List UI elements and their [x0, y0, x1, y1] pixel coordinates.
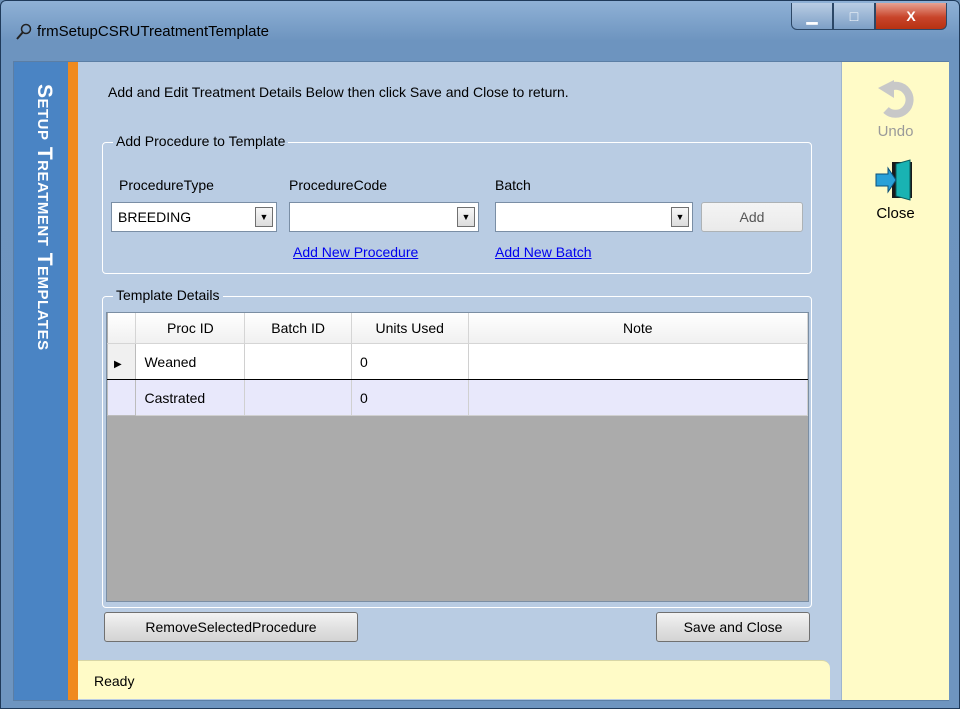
cell-batch-id[interactable] [244, 379, 352, 416]
cell-units-used[interactable]: 0 [350, 343, 469, 380]
add-new-batch-link[interactable]: Add New Batch [495, 244, 592, 260]
row-selector[interactable]: ▶ [107, 343, 137, 380]
save-and-close-button[interactable]: Save and Close [656, 612, 810, 642]
cell-units-used[interactable]: 0 [350, 379, 469, 416]
chevron-down-icon[interactable]: ▼ [671, 207, 689, 227]
column-header[interactable]: Proc ID [135, 313, 246, 344]
row-selector[interactable] [107, 379, 137, 416]
add-procedure-legend: Add Procedure to Template [113, 133, 289, 149]
undo-icon [877, 80, 914, 118]
chevron-down-icon[interactable]: ▼ [457, 207, 475, 227]
cell-note[interactable] [467, 343, 808, 380]
exit-door-icon [875, 159, 912, 201]
table-header-row: Proc ID Batch ID Units Used Note [107, 313, 808, 344]
maximize-button[interactable]: □ [833, 3, 875, 30]
close-window-button[interactable]: X [875, 3, 947, 30]
close-icon: X [906, 8, 916, 24]
batch-label: Batch [495, 177, 531, 193]
undo-button[interactable]: Undo [842, 80, 949, 140]
title-bar: frmSetupCSRUTreatmentTemplate ▁ □ X [1, 1, 959, 51]
cell-batch-id[interactable] [244, 343, 352, 380]
add-button[interactable]: Add [701, 202, 803, 232]
cell-note[interactable] [467, 379, 808, 416]
maximize-icon: □ [849, 8, 859, 24]
procedure-type-label: ProcedureType [119, 177, 214, 193]
template-details-grid[interactable]: Proc ID Batch ID Units Used Note ▶ Weane… [106, 312, 809, 602]
table-row[interactable]: ▶ Weaned 0 [107, 343, 808, 380]
add-procedure-group: Add Procedure to Template ProcedureType … [102, 133, 812, 274]
toolbar-panel: Undo Close [841, 62, 949, 700]
window-controls: ▁ □ X [791, 3, 947, 30]
undo-label: Undo [877, 123, 914, 140]
procedure-code-select[interactable]: ▼ [289, 202, 479, 232]
procedure-type-value: BREEDING [118, 209, 192, 225]
minimize-button[interactable]: ▁ [791, 3, 833, 30]
close-label: Close [876, 205, 915, 222]
chevron-down-icon[interactable]: ▼ [255, 207, 273, 227]
window-title: frmSetupCSRUTreatmentTemplate [37, 23, 270, 40]
wrench-icon [16, 23, 32, 40]
column-header[interactable]: Units Used [351, 313, 469, 344]
table-row[interactable]: Castrated 0 [107, 379, 808, 416]
window-frame: frmSetupCSRUTreatmentTemplate ▁ □ X Setu… [0, 0, 960, 709]
sidebar-title: Setup Treatment Templates [33, 84, 56, 351]
client-area: Setup Treatment Templates Add and Edit T… [13, 61, 949, 701]
row-header-corner [107, 313, 137, 344]
column-header[interactable]: Note [468, 313, 808, 344]
add-new-procedure-link[interactable]: Add New Procedure [293, 244, 418, 260]
details-table: Proc ID Batch ID Units Used Note ▶ Weane… [107, 313, 808, 416]
batch-select[interactable]: ▼ [495, 202, 693, 232]
sidebar-banner: Setup Treatment Templates [14, 62, 68, 700]
minimize-icon: ▁ [806, 7, 818, 24]
cell-proc-id[interactable]: Weaned [135, 343, 246, 380]
instruction-text: Add and Edit Treatment Details Below the… [108, 84, 569, 100]
template-details-legend: Template Details [113, 287, 223, 303]
procedure-type-select[interactable]: BREEDING ▼ [111, 202, 277, 232]
procedure-code-label: ProcedureCode [289, 177, 388, 193]
column-header[interactable]: Batch ID [244, 313, 352, 344]
sidebar-accent-stripe [68, 62, 78, 700]
status-text: Ready [94, 673, 135, 689]
remove-selected-procedure-button[interactable]: RemoveSelectedProcedure [104, 612, 358, 642]
cell-proc-id[interactable]: Castrated [135, 379, 246, 416]
status-bar: Ready [78, 660, 830, 699]
current-row-arrow-icon: ▶ [114, 358, 122, 370]
close-button[interactable]: Close [842, 158, 949, 222]
